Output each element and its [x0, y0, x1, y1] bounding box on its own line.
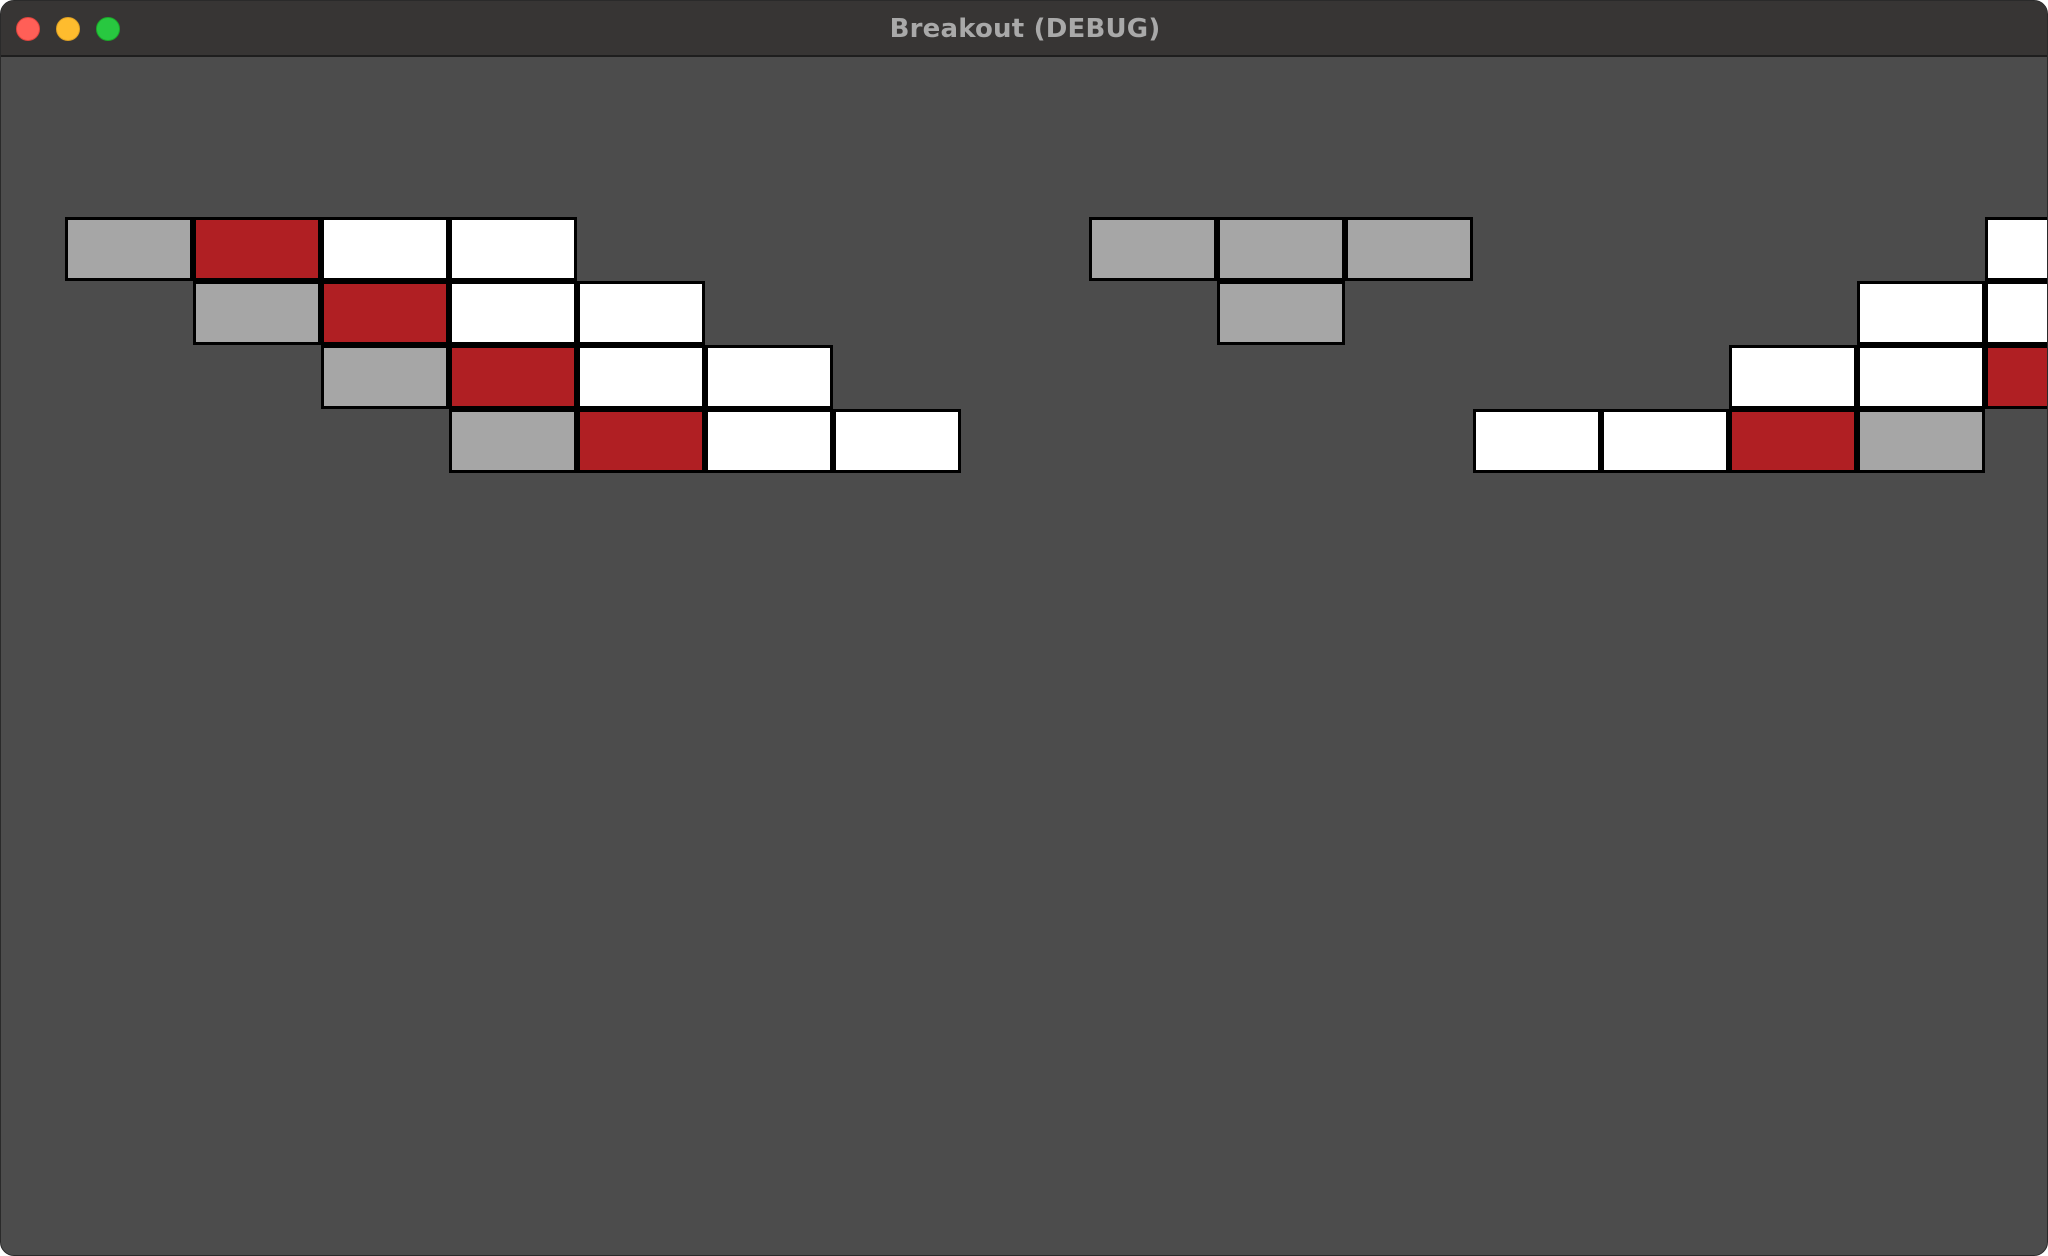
brick-grey: [321, 345, 449, 409]
brick-white: [449, 281, 577, 345]
brick-red: [1985, 345, 2047, 409]
brick-grey: [1857, 409, 1985, 473]
brick-white: [1985, 281, 2047, 345]
brick-white: [705, 409, 833, 473]
brick-white: [833, 409, 961, 473]
brick-white: [449, 217, 577, 281]
brick-grey: [1217, 217, 1345, 281]
game-window: Breakout (DEBUG): [0, 0, 2048, 1256]
brick-white: [321, 217, 449, 281]
brick-white: [577, 281, 705, 345]
brick-red: [1729, 409, 1857, 473]
brick-white: [1473, 409, 1601, 473]
playfield[interactable]: [1, 57, 2047, 1255]
brick-red: [321, 281, 449, 345]
brick-grey: [65, 217, 193, 281]
brick-white: [1857, 281, 1985, 345]
brick-grey: [1089, 217, 1217, 281]
brick-red: [193, 217, 321, 281]
brick-grey: [1345, 217, 1473, 281]
brick-grey: [449, 409, 577, 473]
brick-white: [1857, 345, 1985, 409]
brick-grey: [1217, 281, 1345, 345]
brick-white: [705, 345, 833, 409]
brick-grey: [193, 281, 321, 345]
brick-white: [577, 345, 705, 409]
brick-red: [449, 345, 577, 409]
brick-red: [577, 409, 705, 473]
title-bar[interactable]: Breakout (DEBUG): [1, 1, 2047, 57]
brick-white: [1729, 345, 1857, 409]
brick-white: [1601, 409, 1729, 473]
brick-white: [1985, 217, 2047, 281]
window-title: Breakout (DEBUG): [889, 14, 1161, 44]
